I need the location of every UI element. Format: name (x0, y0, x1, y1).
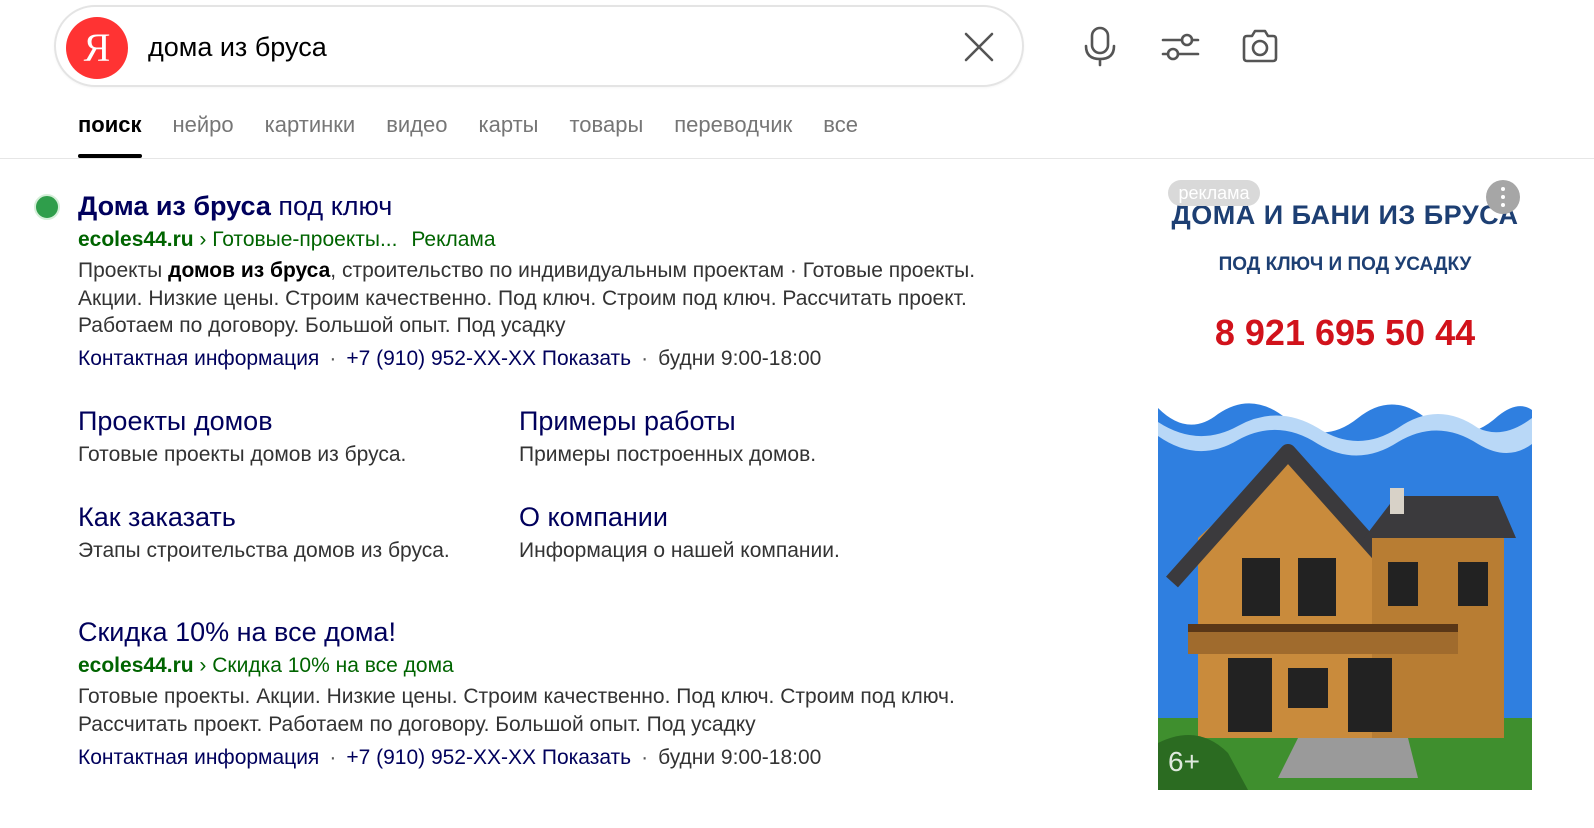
search-box: Я (54, 5, 1024, 87)
result2-path[interactable]: › Скидка 10% на все дома (199, 654, 453, 677)
tab-all[interactable]: все (823, 110, 858, 158)
sitelink-how-to-order: Как заказать Этапы строительства домов и… (78, 502, 450, 563)
banner-subline: ПОД КЛЮЧ И ПОД УСАДКУ (1218, 254, 1472, 275)
camera-icon[interactable] (1240, 25, 1280, 67)
phone-link[interactable]: +7 (910) 952-XX-XX Показать (346, 746, 631, 769)
ad-badge: реклама (1168, 180, 1260, 206)
logo-letter: Я (83, 25, 111, 70)
sitelink-desc: Информация о нашей компании. (519, 539, 840, 562)
work-hours: будни 9:00-18:00 (658, 347, 822, 370)
result2-title[interactable]: Скидка 10% на все дома! (78, 617, 396, 648)
sitelink-examples: Примеры работы Примеры построенных домов… (519, 406, 816, 467)
result2-snippet: Готовые проекты. Акции. Низкие цены. Стр… (78, 685, 955, 736)
ad-label: Реклама (411, 228, 496, 251)
sitelink-about: О компании Информация о нашей компании. (519, 502, 840, 563)
tabs-divider (0, 158, 1594, 159)
result1-snippet: Проекты домов из бруса, строительство по… (78, 259, 976, 337)
more-options-icon[interactable] (1486, 180, 1520, 214)
work-hours: будни 9:00-18:00 (658, 746, 822, 769)
close-icon[interactable] (961, 29, 997, 65)
sitelink-desc: Этапы строительства домов из бруса. (78, 539, 450, 562)
result2-url: ecoles44.ru › Скидка 10% на все дома (78, 654, 454, 678)
result1-title[interactable]: Дома из бруса под ключ (78, 191, 392, 222)
result1-contacts: Контактная информация · +7 (910) 952-XX-XX… (78, 347, 822, 370)
result1-url: ecoles44.ru › Готовые-проекты... Реклама (78, 228, 496, 252)
tab-maps[interactable]: карты (478, 110, 538, 158)
site-favicon-icon[interactable] (34, 194, 60, 220)
tab-translator[interactable]: переводчик (674, 110, 792, 158)
contact-info-link[interactable]: Контактная информация (78, 746, 319, 769)
sitelink-desc: Готовые проекты домов из бруса. (78, 443, 407, 466)
sitelink-projects: Проекты домов Готовые проекты домов из б… (78, 406, 406, 467)
ad-banner[interactable]: ДОМА И БАНИ ИЗ БРУСА ПОД КЛЮЧ И ПОД УСАД… (1158, 178, 1532, 790)
search-tabs: поиск нейро картинки видео карты товары … (78, 110, 858, 158)
tab-search[interactable]: поиск (78, 110, 142, 158)
result2-domain[interactable]: ecoles44.ru (78, 654, 194, 677)
tab-neuro[interactable]: нейро (173, 110, 234, 158)
sitelink-title[interactable]: Проекты домов (78, 406, 406, 437)
sliders-icon[interactable] (1160, 25, 1200, 67)
sitelink-title[interactable]: О компании (519, 502, 840, 533)
tab-video[interactable]: видео (386, 110, 447, 158)
age-rating: 6+ (1168, 746, 1200, 777)
microphone-icon[interactable] (1080, 25, 1120, 67)
tab-images[interactable]: картинки (265, 110, 356, 158)
sitelink-desc: Примеры построенных домов. (519, 443, 817, 466)
contact-info-link[interactable]: Контактная информация (78, 347, 319, 370)
phone-link[interactable]: +7 (910) 952-XX-XX Показать (346, 347, 631, 370)
yandex-logo[interactable]: Я (66, 17, 128, 79)
banner-phone: 8 921 695 50 44 (1214, 312, 1476, 353)
search-input[interactable] (146, 7, 930, 87)
tab-products[interactable]: товары (569, 110, 643, 158)
result1-domain[interactable]: ecoles44.ru (78, 228, 194, 251)
result1-path[interactable]: › Готовые-проекты... (199, 228, 397, 251)
result2-contacts: Контактная информация · +7 (910) 952-XX-XX… (78, 746, 822, 769)
sitelink-title[interactable]: Как заказать (78, 502, 450, 533)
sitelink-title[interactable]: Примеры работы (519, 406, 816, 437)
